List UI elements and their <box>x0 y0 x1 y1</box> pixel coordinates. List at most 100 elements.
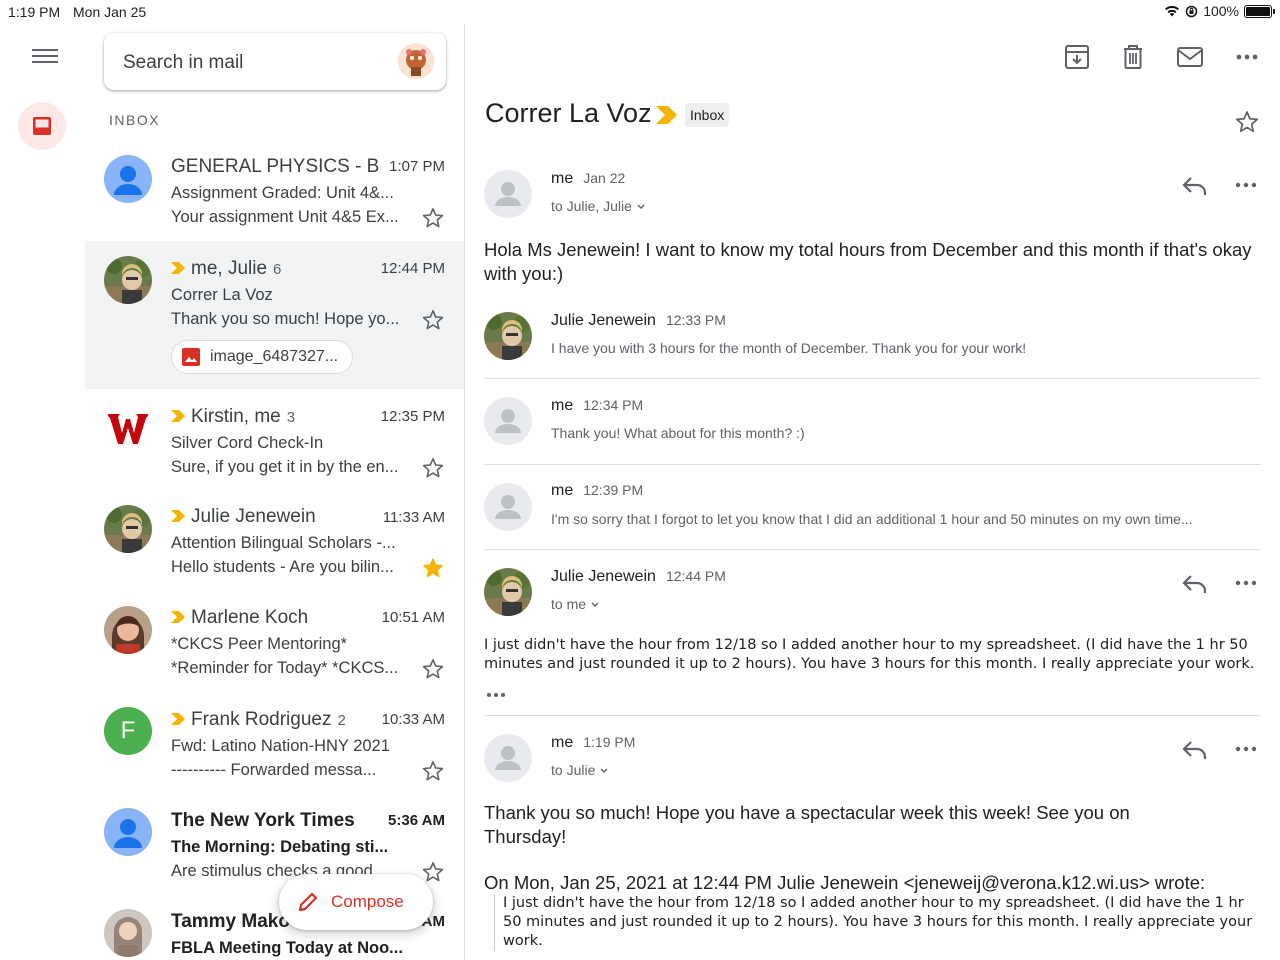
message-header[interactable]: me 1:19 PM <box>551 734 635 752</box>
message-sender: Julie Jenewein <box>551 568 656 585</box>
email-subject: Assignment Graded: Unit 4&... <box>171 184 394 202</box>
avatar <box>104 808 152 856</box>
email-snippet: Thank you so much! Hope yo... <box>171 310 400 328</box>
star-icon[interactable] <box>421 759 445 783</box>
message-time: 1:19 PM <box>583 734 636 750</box>
email-subject: Correr La Voz <box>171 286 273 304</box>
search-input[interactable]: Search in mail <box>123 52 243 74</box>
pane-divider <box>464 24 465 960</box>
message-time: 12:44 PM <box>665 568 726 584</box>
status-bar: 1:19 PM Mon Jan 25 100% <box>0 0 1280 24</box>
email-row[interactable]: F Frank Rodriguez 2 10:33 AM Fwd: Latino … <box>85 692 464 793</box>
message-recipients[interactable]: to me <box>551 596 600 612</box>
email-snippet: Hello students - Are you bilin... <box>171 558 394 576</box>
message-header[interactable]: Julie Jenewein 12:33 PM <box>551 312 726 330</box>
archive-icon[interactable] <box>1062 42 1092 72</box>
email-row-selected[interactable]: me, Julie 6 12:44 PM Correr La Voz Thank … <box>85 241 464 389</box>
divider <box>484 378 1261 379</box>
message-header[interactable]: me 12:39 PM <box>551 482 643 500</box>
inbox-icon <box>33 117 51 135</box>
email-subject: The Morning: Debating sti... <box>171 838 389 856</box>
message-recipients[interactable]: to Julie, Julie <box>551 198 646 214</box>
star-icon[interactable] <box>421 657 445 681</box>
email-sender: me, Julie 6 <box>171 258 381 280</box>
pencil-icon <box>298 892 318 912</box>
mark-unread-icon[interactable] <box>1175 42 1205 72</box>
attachment-chip[interactable]: image_6487327... <box>171 340 354 374</box>
more-options-icon[interactable] <box>1234 180 1258 190</box>
inbox-label-badge[interactable]: Inbox <box>685 103 730 127</box>
email-row[interactable]: Kirstin, me 3 12:35 PM Silver Cord Check-… <box>85 389 464 490</box>
sender-avatar <box>484 483 532 531</box>
email-row[interactable]: Julie Jenewein 11:33 AM Attention Biling… <box>85 490 464 591</box>
email-list: GENERAL PHYSICS - B... 1:07 PM Assignmen… <box>85 140 464 960</box>
email-sender: Julie Jenewein <box>171 506 381 528</box>
message-header[interactable]: me Jan 22 <box>551 170 625 188</box>
sender-avatar <box>484 170 532 218</box>
avatar <box>104 155 152 203</box>
status-time: 1:19 PM <box>8 4 61 20</box>
message-header[interactable]: me 12:34 PM <box>551 397 643 415</box>
trash-icon[interactable] <box>1118 42 1148 72</box>
avatar: F <box>104 707 152 755</box>
message-sender: Julie Jenewein <box>551 312 656 329</box>
star-icon[interactable] <box>421 308 445 332</box>
more-options-icon[interactable] <box>1234 578 1258 588</box>
reply-icon[interactable] <box>1181 175 1209 197</box>
compose-label: Compose <box>331 892 404 911</box>
star-icon[interactable] <box>421 456 445 480</box>
email-time: 1:07 PM <box>389 158 445 175</box>
important-marker-icon[interactable] <box>656 106 678 124</box>
email-sender: GENERAL PHYSICS - B... <box>171 156 381 177</box>
message-body: Hola Ms Jenewein! I want to know my tota… <box>484 239 1252 284</box>
message-time: 12:34 PM <box>583 397 644 413</box>
avatar <box>104 256 152 304</box>
avatar <box>104 404 152 452</box>
star-icon[interactable] <box>421 206 445 230</box>
message-snippet[interactable]: I have you with 3 hours for the month of… <box>551 340 1251 356</box>
star-icon[interactable] <box>1234 109 1260 135</box>
email-sender: Kirstin, me 3 <box>171 406 381 428</box>
account-avatar[interactable] <box>398 43 434 79</box>
message-snippet[interactable]: I'm so sorry that I forgot to let you kn… <box>551 511 1251 527</box>
sender-avatar <box>484 312 532 360</box>
inbox-nav-button[interactable] <box>18 102 66 150</box>
email-row[interactable]: Marlene Koch 10:51 AM *CKCS Peer Mentori… <box>85 591 464 692</box>
email-row[interactable]: GENERAL PHYSICS - B... 1:07 PM Assignmen… <box>85 140 464 241</box>
email-subject: Attention Bilingual Scholars -... <box>171 534 396 552</box>
battery-percent: 100% <box>1203 3 1239 19</box>
email-time: 12:35 PM <box>380 408 445 425</box>
email-subject: Fwd: Latino Nation-HNY 2021 <box>171 737 390 755</box>
reply-icon[interactable] <box>1181 573 1209 595</box>
chevron-down-icon <box>591 602 599 607</box>
email-subject: FBLA Meeting Today at Noo... <box>171 939 403 957</box>
chevron-down-icon <box>600 768 608 773</box>
menu-hamburger-icon[interactable] <box>30 45 60 69</box>
thread-title: Correr La Voz <box>485 98 652 128</box>
message-time: 12:39 PM <box>583 482 644 498</box>
chevron-down-icon <box>637 204 645 209</box>
star-filled-icon[interactable] <box>421 556 445 580</box>
search-bar[interactable]: Search in mail <box>104 33 446 90</box>
avatar <box>104 909 152 957</box>
email-time: 11:33 AM <box>382 509 445 526</box>
message-header[interactable]: Julie Jenewein 12:44 PM <box>551 568 726 586</box>
status-date: Mon Jan 25 <box>73 4 147 20</box>
email-time: 10:33 AM <box>381 711 445 728</box>
message-sender: me <box>551 170 574 187</box>
more-options-icon[interactable] <box>1234 744 1258 754</box>
message-sender: me <box>551 482 574 499</box>
message-snippet[interactable]: Thank you! What about for this month? :) <box>551 425 1251 441</box>
compose-button[interactable]: Compose <box>279 874 433 930</box>
more-options-icon[interactable] <box>1232 42 1262 72</box>
orientation-lock-icon <box>1185 5 1198 17</box>
show-trimmed-content-icon[interactable] <box>485 690 509 700</box>
star-icon[interactable] <box>421 860 445 884</box>
sender-avatar <box>484 397 532 445</box>
email-sender: Marlene Koch <box>171 607 381 629</box>
message-recipients[interactable]: to Julie <box>551 762 609 778</box>
email-time: 5:36 AM <box>388 812 445 829</box>
reply-icon[interactable] <box>1181 739 1209 761</box>
message-body: I just didn't have the hour from 12/18 s… <box>484 637 1255 672</box>
avatar <box>104 606 152 654</box>
